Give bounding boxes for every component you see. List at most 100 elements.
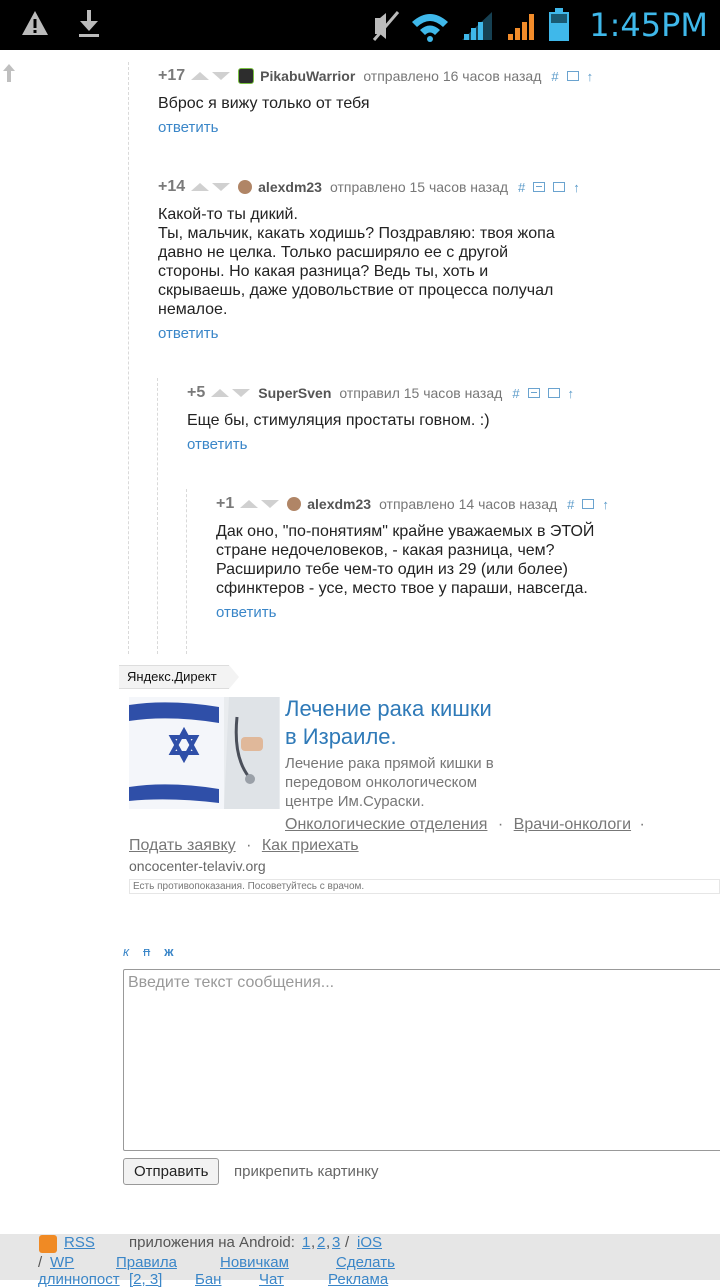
strike-button[interactable]: п [143,944,150,959]
permalink-icon[interactable]: # [512,386,519,401]
comment-text-line: Ты, мальчик, какать ходишь? Поздравляю: … [158,225,555,242]
rss-icon[interactable] [39,1235,57,1253]
vote-up-icon[interactable] [240,500,259,508]
footer-rules-link[interactable]: Правила [116,1254,177,1271]
footer-rss-link[interactable]: RSS [64,1234,95,1251]
israel-flag-doctor-image [129,697,280,809]
footer-wp-link[interactable]: WP [50,1254,74,1271]
ad-link-apply[interactable]: Подать заявку [129,837,236,854]
comment-author[interactable]: SuperSven [258,385,331,401]
message-input[interactable] [123,969,720,1151]
reply-link[interactable]: ответить [158,119,598,136]
collapse-icon[interactable] [527,388,540,398]
thread-line [128,62,130,654]
ad-sitelinks-2: Подать заявку · Как приехать [129,837,359,855]
footer-make-link[interactable]: Сделать [336,1254,395,1271]
avatar[interactable] [238,180,253,194]
comment: +1 alexdm23 отправлено 14 часов назад # … [216,494,636,621]
ad-label[interactable]: Яндекс.Директ [119,665,239,689]
collapse-icon[interactable] [533,182,546,192]
ad-image[interactable] [129,697,280,809]
footer-android-1[interactable]: 1 [302,1234,310,1251]
vote-down-icon[interactable] [232,389,251,397]
comment-time: отправлено 16 часов назад [363,68,542,84]
comment: +14 alexdm23 отправлено 15 часов назад #… [158,177,598,342]
comment-rating: +17 [158,67,186,84]
status-bar: 1:45PM [0,0,720,50]
comment-text-line: скрываешь, даже удовольствие от процесса… [158,282,554,299]
ad-title-line[interactable]: в Израиле. [285,723,545,751]
comment: +5 SuperSven отправил 15 часов назад # ↑… [187,383,627,453]
parent-arrow-icon[interactable]: ↑ [587,69,594,84]
attach-image-link[interactable]: прикрепить картинку [234,1163,378,1180]
ad-link-how-to-get[interactable]: Как приехать [262,837,359,854]
download-icon [76,8,102,43]
wifi-icon [410,10,450,47]
comment-time: отправлено 15 часов назад [329,179,509,195]
ad-desc-line: Лечение рака прямой кишки в [285,755,494,772]
avatar[interactable] [238,68,255,84]
ad-desc-line: центре Им.Сураски. [285,793,425,810]
comment-text-line: Еще бы, стимуляция простаты говном. :) [187,412,490,429]
reply-link[interactable]: ответить [187,436,627,453]
parent-arrow-icon[interactable]: ↑ [602,497,609,512]
bold-button[interactable]: ж [164,944,173,959]
footer-android-3[interactable]: 3 [332,1234,340,1251]
reply-link[interactable]: ответить [158,325,598,342]
vote-up-icon[interactable] [191,72,210,80]
footer-comma: , [311,1234,316,1251]
comment-author[interactable]: PikabuWarrior [260,68,355,84]
avatar[interactable] [287,497,302,511]
permalink-icon[interactable]: # [551,69,558,84]
save-icon[interactable] [566,71,579,81]
send-button[interactable]: Отправить [123,1158,220,1185]
reply-link[interactable]: ответить [216,604,636,621]
vote-up-icon[interactable] [211,389,230,397]
comment-text-line: стране недочеловеков, - какая разница, ч… [216,542,555,559]
collapse-up-arrow-icon[interactable] [2,62,16,90]
italic-button[interactable]: к [123,944,129,959]
mute-icon [372,10,400,47]
vote-down-icon[interactable] [261,500,280,508]
ad-sitelinks: Онкологические отделения · Врачи-онколог… [285,816,649,834]
comment: +17 PikabuWarrior отправлено 16 часов на… [158,66,598,136]
save-icon[interactable] [553,182,566,192]
ad-link-departments[interactable]: Онкологические отделения [285,816,487,833]
signal-orange-icon [504,10,538,47]
vote-up-icon[interactable] [191,183,210,191]
comment-time: отправлено 14 часов назад [379,496,558,512]
save-icon[interactable] [582,499,595,509]
save-icon[interactable] [547,388,560,398]
comment-author[interactable]: alexdm23 [307,496,371,512]
permalink-icon[interactable]: # [567,497,574,512]
ad-link-doctors[interactable]: Врачи-онкологи [514,816,631,833]
parent-arrow-icon[interactable]: ↑ [573,180,580,195]
parent-arrow-icon[interactable]: ↑ [568,386,575,401]
vote-down-icon[interactable] [212,183,231,191]
ad-sep: · [497,816,504,833]
ad-title-line[interactable]: Лечение рака кишки [285,695,545,723]
comment-text-line: сфинктеров - усе, место твое у параши, н… [216,580,588,597]
ad-warning: Есть противопоказания. Посоветуйтесь с в… [129,879,720,894]
footer-newbies-link[interactable]: Новичкам [220,1254,289,1271]
footer-android-2[interactable]: 2 [317,1234,325,1251]
format-toolbar: к п ж [123,944,173,959]
footer-ios-link[interactable]: iOS [357,1234,382,1251]
signal-blue-icon [460,10,494,47]
comment-text-line: Какой-то ты дикий. [158,206,298,223]
comment-time: отправил 15 часов назад [339,385,503,401]
comment-text-line: Вброс я вижу только от тебя [158,95,370,112]
ad-desc-line: передовом онкологическом [285,774,478,791]
comment-rating: +14 [158,178,186,195]
footer-comma: , [326,1234,331,1251]
comment-text-line: Дак оно, "по-понятиям" крайне уважаемых … [216,523,595,540]
ad-title[interactable]: Лечение рака кишки в Израиле. [285,695,545,751]
footer-slash: / [345,1234,350,1251]
vote-down-icon[interactable] [212,72,231,80]
permalink-icon[interactable]: # [518,180,525,195]
comment-rating: +1 [216,495,235,512]
comment-author[interactable]: alexdm23 [258,179,322,195]
comment-text-line: немалое. [158,301,228,318]
comment-text-line: Расширило тебе чем-то один из 29 (или бо… [216,561,568,578]
ad-domain[interactable]: oncocenter-telaviv.org [129,858,266,874]
